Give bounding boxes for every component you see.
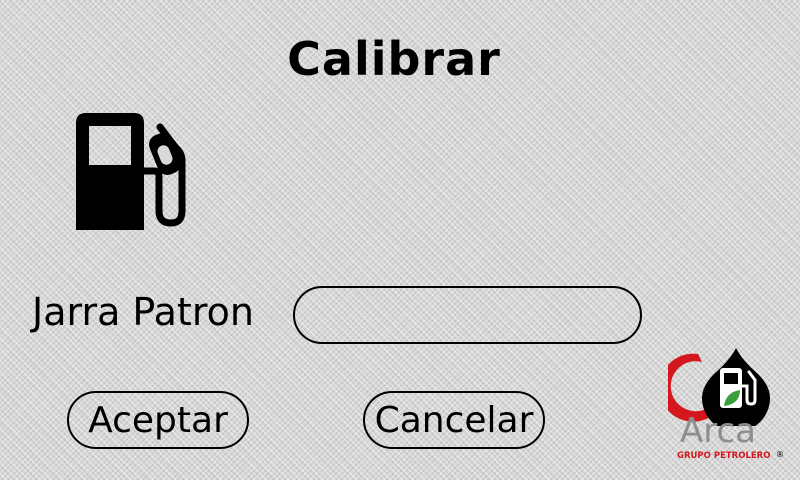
accept-button[interactable]: Aceptar — [67, 391, 249, 449]
registered-mark: ® — [776, 450, 784, 459]
page-title: Calibrar — [287, 32, 501, 86]
jarra-patron-input[interactable] — [293, 286, 642, 344]
cancel-button[interactable]: Cancelar — [363, 391, 545, 449]
jarra-patron-label: Jarra Patron — [32, 290, 254, 334]
logo-name: Arca — [680, 411, 757, 451]
fuel-pump-icon — [76, 113, 186, 230]
arca-logo: Arca GRUPO PETROLERO ® — [668, 346, 788, 468]
logo-tagline: GRUPO PETROLERO — [677, 451, 771, 461]
